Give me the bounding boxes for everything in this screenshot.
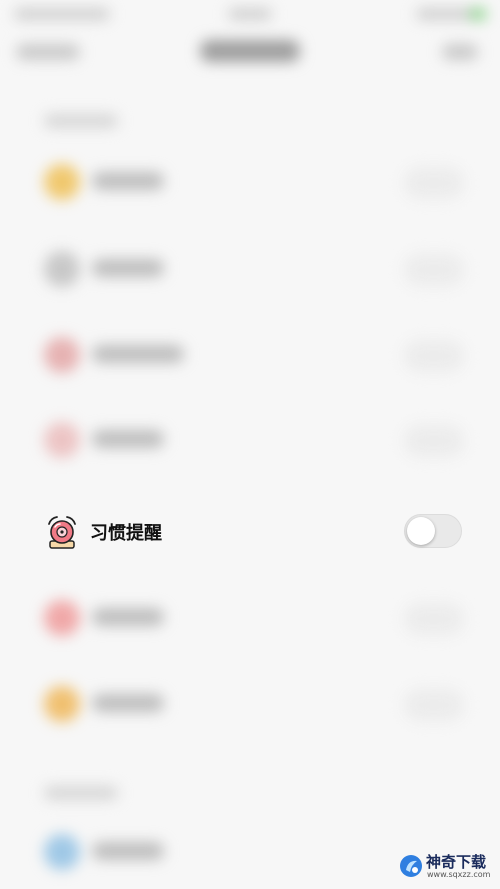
setting-toggle[interactable] [404,340,464,372]
setting-toggle[interactable] [404,425,464,457]
setting-row-habit-reminder[interactable]: 习惯提醒 [0,502,500,562]
setting-label [92,608,164,626]
status-bar [0,0,500,26]
setting-toggle[interactable] [404,689,464,721]
setting-label [92,842,164,860]
section-header [44,786,118,800]
watermark-logo-icon [398,853,424,879]
nav-action-button[interactable] [442,44,478,60]
nav-bar [0,26,500,80]
status-time [228,8,272,20]
watermark: 神奇下载 www.sqxzz.com [398,851,498,885]
status-carrier [14,8,110,20]
setting-icon [44,834,80,870]
setting-icon [44,686,80,722]
setting-label [92,259,164,277]
setting-toggle[interactable] [404,254,464,286]
page-title [200,40,300,62]
watermark-name: 神奇下载 [426,853,487,871]
setting-label: 习惯提醒 [90,523,162,544]
section-header [44,114,118,128]
setting-icon [44,337,80,373]
back-button[interactable] [16,44,80,60]
setting-icon [44,600,80,636]
watermark-url: www.sqxzz.com [427,870,491,879]
setting-icon [44,251,80,287]
toggle-knob [407,517,435,545]
setting-label [92,430,164,448]
setting-label [92,172,164,190]
setting-row[interactable] [0,676,500,736]
setting-row[interactable] [0,327,500,387]
setting-row[interactable] [0,590,500,650]
setting-toggle[interactable] [404,167,464,199]
habit-reminder-toggle[interactable] [404,514,462,548]
battery-icon [470,8,486,20]
setting-icon [44,422,80,458]
setting-label [92,345,184,363]
setting-row[interactable] [0,154,500,214]
setting-row[interactable] [0,412,500,472]
setting-icon [44,164,80,200]
setting-toggle[interactable] [404,603,464,635]
setting-label [92,694,164,712]
setting-row[interactable] [0,241,500,301]
alarm-icon [44,515,80,551]
